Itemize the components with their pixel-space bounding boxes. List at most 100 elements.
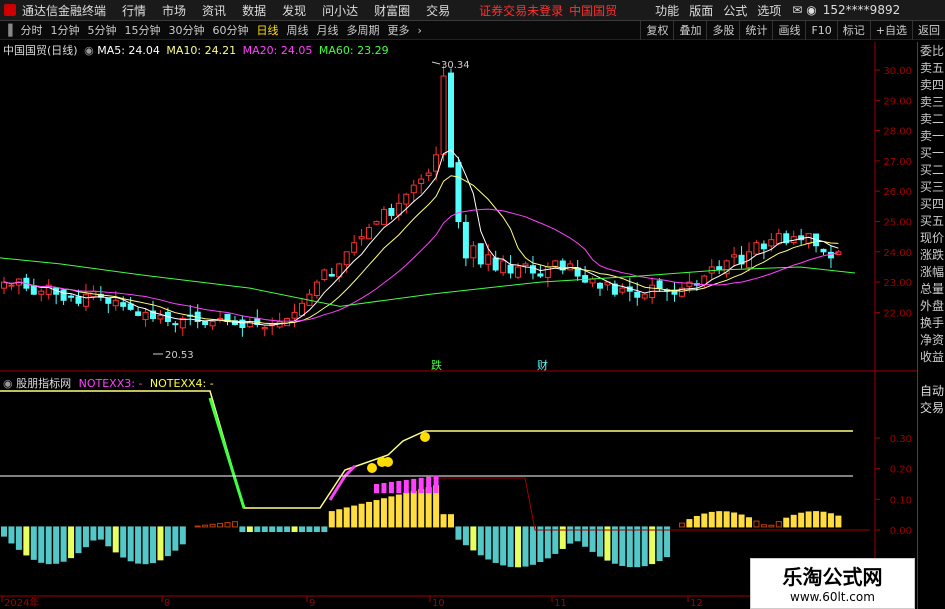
candle-body [388,207,395,216]
period-tick[interactable]: 分时 [16,22,46,38]
indicator-bar [626,526,633,568]
indicator-bar [90,526,97,541]
ma10-line [3,175,839,325]
login-status[interactable]: 证券交易未登录 [476,2,566,19]
btn-overlay[interactable]: 叠加 [673,21,706,40]
menu-market[interactable]: 市场 [154,2,194,19]
period-1min[interactable]: 1分钟 [46,22,83,38]
panel-row-12[interactable]: 涨跌 [918,246,945,263]
btn-back[interactable]: 返回 [912,21,945,40]
indicator-bar [336,509,343,528]
period-weekly[interactable]: 周线 [282,22,312,38]
panel-row-15[interactable]: 外盘 [918,297,945,314]
btn-add-fav[interactable]: +自选 [869,21,912,40]
period-30min[interactable]: 30分钟 [164,22,208,38]
more-chevron-icon[interactable]: › [413,24,425,37]
menu-formula[interactable]: 公式 [718,2,752,19]
menu-discover[interactable]: 发现 [274,2,314,19]
period-60min[interactable]: 60分钟 [208,22,252,38]
panel-row-2[interactable]: 卖四 [918,76,945,93]
indicator-bar [597,526,603,557]
panel-row-3[interactable]: 卖三 [918,93,945,110]
indicator-bar [284,526,291,533]
btn-adjust[interactable]: 复权 [640,21,673,40]
panel-row-20[interactable]: 自动 [918,382,945,399]
menu-data[interactable]: 数据 [234,2,274,19]
indicator-bar [805,511,812,528]
period-15min[interactable]: 15分钟 [120,22,164,38]
panel-row-13[interactable]: 涨幅 [918,263,945,280]
quote-side-panel: 委比 卖五 卖四 卖三 卖二 卖一 买一 买二 买三 买四 买五 现价 涨跌 涨幅 总量 外盘 换手 净资 收益自动… [917,42,945,609]
panel-row-7[interactable]: 买二 [918,161,945,178]
indicator-bar [664,526,671,558]
indicator-bar [522,526,529,567]
panel-row-0[interactable]: 委比 [918,42,945,59]
sub-chart-title: 股朋指标网 [16,377,72,390]
btn-stats[interactable]: 统计 [739,21,772,40]
indicator-bar [462,526,469,546]
user-account[interactable]: 152****9892 [819,3,904,17]
indicator-bar [477,526,484,556]
panel-row-17[interactable]: 净资 [918,331,945,348]
period-multi[interactable]: 多周期 [342,22,383,38]
panel-row-11[interactable]: 现价 [918,229,945,246]
menu-news[interactable]: 资讯 [194,2,234,19]
panel-row-8[interactable]: 买三 [918,178,945,195]
panel-row-1[interactable]: 卖五 [918,59,945,76]
menu-layout[interactable]: 版面 [684,2,718,19]
time-tick-label: 12 [690,598,703,609]
period-monthly[interactable]: 月线 [312,22,342,38]
ma-lines [0,149,856,326]
panel-row-18[interactable]: 收益 [918,348,945,365]
panel-row-16[interactable]: 换手 [918,314,945,331]
indicator-bar [313,526,320,533]
panel-row-9[interactable]: 买四 [918,195,945,212]
menu-trade[interactable]: 交易 [418,2,458,19]
menu-quotes[interactable]: 行情 [114,2,154,19]
panel-row-21[interactable]: 交易 [918,399,945,416]
panel-row-10[interactable]: 买五 [918,212,945,229]
candle-body [731,254,738,258]
candle-body [336,263,343,278]
panel-row-5[interactable]: 卖一 [918,127,945,144]
btn-multi[interactable]: 多股 [706,21,739,40]
event-marker-down[interactable]: 跌 [431,358,442,372]
indicator-bar [529,526,536,565]
period-daily[interactable]: 日线 [252,22,282,38]
panel-row-14[interactable]: 总量 [918,280,945,297]
collapse-icon[interactable]: ▐ [0,24,16,37]
panel-row-19[interactable] [918,365,945,382]
settings-icon[interactable]: ◉ [84,44,94,57]
indicator-bar [410,490,417,528]
sub-tick-label: 0.20 [890,465,912,476]
candle-body [798,235,805,241]
menu-options[interactable]: 选项 [752,2,786,19]
indicator-bar [23,526,30,556]
indicator-bar-magenta [418,477,424,494]
indicator-bar [507,526,514,567]
candle-body [753,242,760,255]
indicator-bar-magenta [381,482,387,494]
event-marker-finance[interactable]: 财 [537,358,548,372]
panel-row-4[interactable]: 卖二 [918,110,945,127]
indicator-bar-magenta [433,475,439,494]
sub-settings-icon[interactable]: ◉ [3,377,13,390]
menu-function[interactable]: 功能 [650,2,684,19]
btn-draw[interactable]: 画线 [772,21,805,40]
message-icon[interactable]: ✉ [790,3,804,17]
candle-body [835,251,842,255]
indicator-bar [60,526,67,562]
candle-body [60,289,67,301]
panel-row-6[interactable]: 买一 [918,144,945,161]
time-tick-label: 8 [164,598,170,609]
indicator-bar [112,526,119,553]
indicator-bar [827,513,834,528]
menu-ask[interactable]: 问小达 [314,2,366,19]
btn-f10[interactable]: F10 [805,21,836,40]
btn-mark[interactable]: 标记 [836,21,870,40]
period-more[interactable]: 更多 [383,22,413,38]
user-icon[interactable]: ◉ [804,3,818,17]
period-5min[interactable]: 5分钟 [83,22,120,38]
menu-wealth[interactable]: 财富圈 [366,2,418,19]
indicator-bar [366,501,373,528]
